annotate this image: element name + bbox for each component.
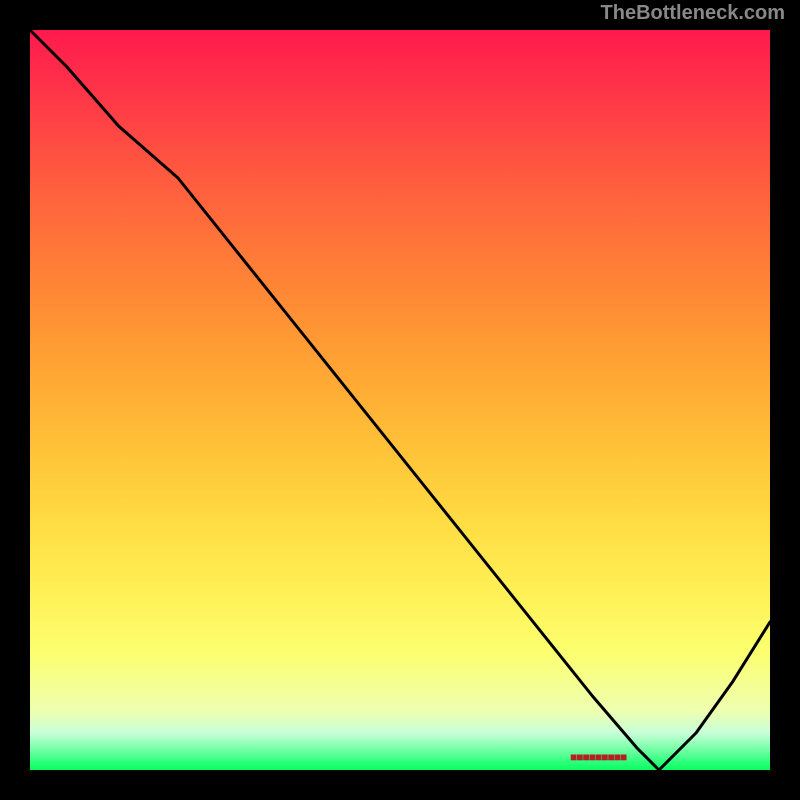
optimal-marker-label: ■■■■■■■■■ <box>570 750 626 764</box>
plot-gradient-background <box>30 30 770 770</box>
watermark-text: TheBottleneck.com <box>601 2 785 25</box>
